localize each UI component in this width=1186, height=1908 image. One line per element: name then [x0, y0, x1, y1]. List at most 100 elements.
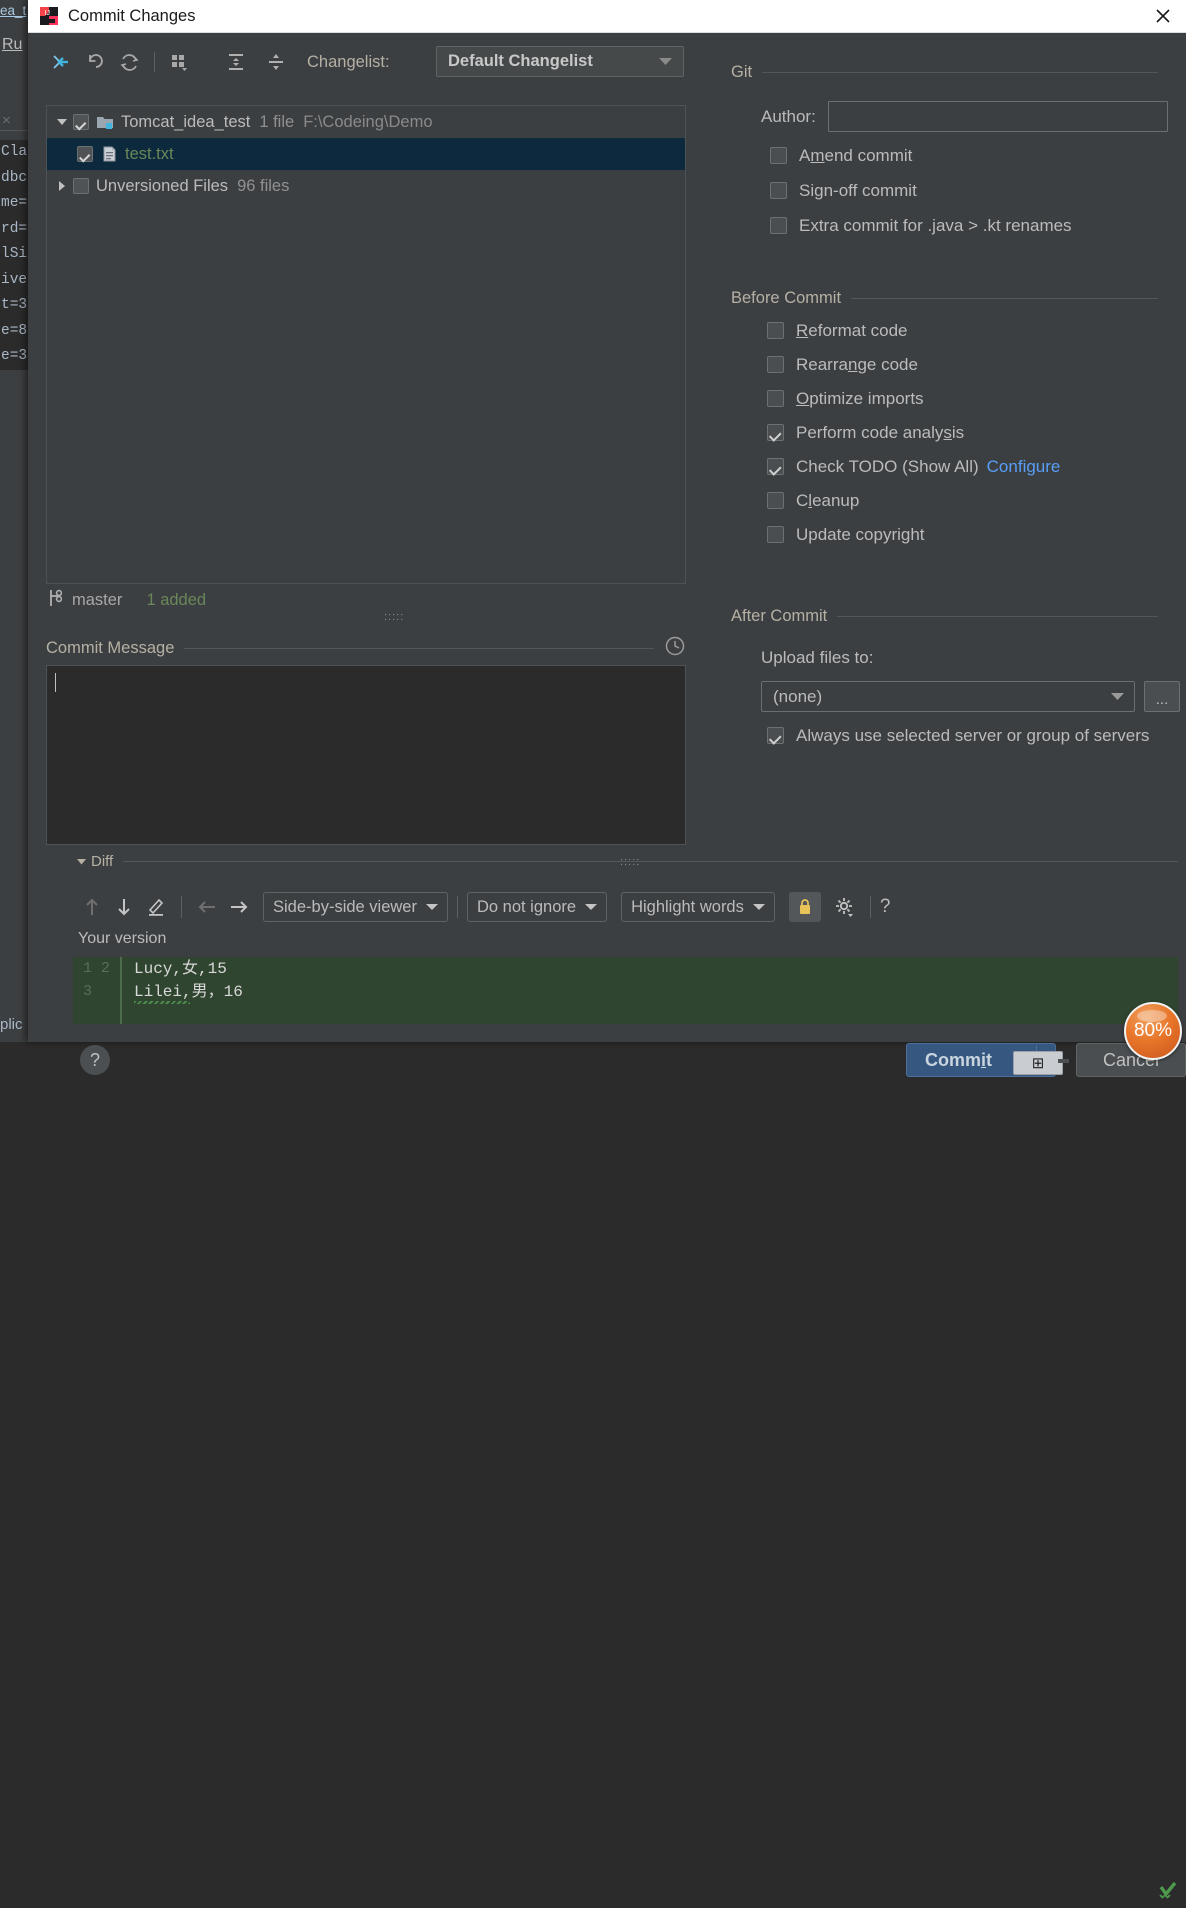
- chevron-down-icon: [425, 898, 438, 916]
- check-todo-checkbox[interactable]: [767, 458, 784, 475]
- sign-off-commit-label: Sign-off commit: [799, 180, 917, 200]
- perform-code-analysis-checkbox[interactable]: [767, 424, 784, 441]
- changes-tree[interactable]: Tomcat_idea_test 1 file F:\Codeing\Demo: [46, 105, 686, 584]
- cleanup-checkbox[interactable]: [767, 492, 784, 509]
- dialog-title: Commit Changes: [68, 6, 196, 25]
- apply-right-icon[interactable]: [223, 891, 255, 923]
- tree-row-checkbox[interactable]: [77, 146, 93, 162]
- reformat-code-checkbox-row[interactable]: Reformat code: [767, 318, 1060, 343]
- expand-triangle-icon[interactable]: [51, 180, 73, 192]
- author-input[interactable]: [827, 101, 1168, 132]
- diff-code-text[interactable]: Lucy,女,15 Lilei,男，16: [122, 957, 1178, 1024]
- apply-left-icon[interactable]: [191, 891, 223, 923]
- sign-off-commit-checkbox-row[interactable]: Sign-off commit: [770, 178, 1072, 203]
- collapse-triangle-icon[interactable]: [51, 116, 73, 128]
- update-copyright-checkbox[interactable]: [767, 526, 784, 543]
- close-icon[interactable]: [1140, 0, 1186, 33]
- background-run-tab: Ru: [2, 36, 22, 54]
- refresh-icon[interactable]: [112, 47, 146, 77]
- always-use-server-row: Always use selected server or group of s…: [767, 723, 1149, 748]
- edit-source-icon[interactable]: [140, 891, 172, 923]
- sign-off-commit-checkbox[interactable]: [770, 182, 787, 199]
- lock-icon[interactable]: [788, 892, 821, 922]
- diff-viewer[interactable]: 1 2 3 Lucy,女,15 Lilei,男，16: [73, 957, 1178, 1899]
- diff-help-icon[interactable]: ?: [880, 896, 891, 918]
- toolbar-separator: [869, 896, 871, 918]
- always-use-server-checkbox[interactable]: [767, 727, 784, 744]
- update-copyright-checkbox-row[interactable]: Update copyright: [767, 522, 1060, 547]
- gear-icon[interactable]: [829, 891, 861, 923]
- cleanup-checkbox-row[interactable]: Cleanup: [767, 488, 1060, 513]
- amend-commit-checkbox-row[interactable]: Amend commit: [770, 143, 1072, 168]
- changelist-toolbar: Changelist:: [44, 45, 390, 79]
- changelist-combo[interactable]: Default Changelist: [436, 46, 684, 77]
- collapse-all-icon[interactable]: [259, 47, 293, 77]
- zoom-level-label: 80%: [1133, 1020, 1173, 1041]
- always-use-server-checkbox-row[interactable]: Always use selected server or group of s…: [767, 723, 1149, 748]
- background-run-tab-label: Ru: [2, 36, 23, 53]
- zoom-level-badge: 80%: [1124, 1002, 1182, 1060]
- commit-message-header: Commit Message: [46, 635, 686, 662]
- diff-section-title: Diff: [91, 853, 114, 870]
- amend-commit-label: Amend commit: [799, 145, 913, 165]
- before-commit-section-header: Before Commit: [731, 289, 1158, 308]
- next-difference-icon[interactable]: [108, 891, 140, 923]
- extra-commit-renames-label: Extra commit for .java > .kt renames: [799, 215, 1072, 235]
- rearrange-code-label: Rearrange code: [796, 354, 918, 374]
- commit-button-label: Commit: [925, 1049, 993, 1070]
- section-rule: [762, 72, 1158, 73]
- previous-difference-icon[interactable]: [76, 891, 108, 923]
- highlight-mode-combo[interactable]: Highlight words: [621, 892, 775, 922]
- background-editor-tab-label: ea_t: [0, 3, 27, 18]
- tree-row-count: 1 file: [259, 112, 295, 131]
- upload-target-combo[interactable]: (none): [761, 681, 1135, 712]
- rearrange-code-checkbox[interactable]: [767, 356, 784, 373]
- tree-row-checkbox[interactable]: [73, 178, 89, 194]
- upload-browse-button[interactable]: ...: [1144, 681, 1180, 712]
- amend-commit-checkbox[interactable]: [770, 147, 787, 164]
- tree-row[interactable]: Unversioned Files 96 files: [47, 170, 685, 202]
- toolbar-separator: [456, 896, 458, 918]
- section-rule: [184, 647, 654, 649]
- tree-row-path: F:\Codeing\Demo: [303, 112, 433, 131]
- move-to-another-changelist-icon[interactable]: [44, 47, 78, 77]
- extra-commit-renames-checkbox[interactable]: [770, 217, 787, 234]
- clock-icon[interactable]: [664, 635, 686, 662]
- git-checkbox-group: Amend commit Sign-off commit Extra commi…: [770, 143, 1072, 248]
- collapse-triangle-icon[interactable]: [73, 856, 89, 867]
- tree-row-checkbox[interactable]: [73, 114, 89, 130]
- reformat-code-checkbox[interactable]: [767, 322, 784, 339]
- extra-commit-renames-checkbox-row[interactable]: Extra commit for .java > .kt renames: [770, 213, 1072, 238]
- optimize-imports-checkbox-row[interactable]: Optimize imports: [767, 386, 1060, 411]
- rearrange-code-checkbox-row[interactable]: Rearrange code: [767, 352, 1060, 377]
- rollback-icon[interactable]: [78, 47, 112, 77]
- branch-status: master 1 added: [48, 587, 206, 613]
- text-caret: [55, 673, 56, 692]
- splitter-grip[interactable]: :::::: [620, 856, 640, 868]
- optimize-imports-checkbox[interactable]: [767, 390, 784, 407]
- perform-code-analysis-checkbox-row[interactable]: Perform code analysis: [767, 420, 1060, 445]
- ime-minus-marker: [1058, 1059, 1069, 1063]
- tree-row[interactable]: Tomcat_idea_test 1 file F:\Codeing\Demo: [47, 106, 685, 138]
- group-by-icon[interactable]: [163, 47, 197, 77]
- after-commit-section-header: After Commit: [731, 607, 1158, 626]
- viewer-mode-value: Side-by-side viewer: [273, 897, 417, 916]
- commit-message-input[interactable]: [46, 665, 686, 845]
- expand-all-icon[interactable]: [219, 47, 253, 77]
- changelist-label: Changelist:: [307, 52, 390, 71]
- check-todo-label: Check TODO (Show All): [796, 456, 979, 476]
- whitespace-mode-combo[interactable]: Do not ignore: [466, 892, 608, 922]
- badge-gloss: [1137, 1010, 1167, 1022]
- ime-glyph: ⊞: [1031, 1055, 1045, 1073]
- diff-toolbar: Side-by-side viewer Do not ignore Highli…: [76, 889, 890, 925]
- splitter-grip[interactable]: :::::: [384, 611, 404, 623]
- check-todo-checkbox-row[interactable]: Check TODO (Show All) Configure: [767, 454, 1060, 479]
- dialog-help-button[interactable]: ?: [80, 1045, 110, 1075]
- tree-row[interactable]: test.txt: [47, 138, 685, 170]
- toolbar-separator: [154, 52, 155, 72]
- viewer-mode-combo[interactable]: Side-by-side viewer: [263, 892, 448, 922]
- upload-target-value: (none): [773, 686, 823, 706]
- cleanup-label: Cleanup: [796, 490, 860, 510]
- configure-todo-link[interactable]: Configure: [987, 457, 1061, 477]
- chevron-down-icon: [1111, 688, 1124, 706]
